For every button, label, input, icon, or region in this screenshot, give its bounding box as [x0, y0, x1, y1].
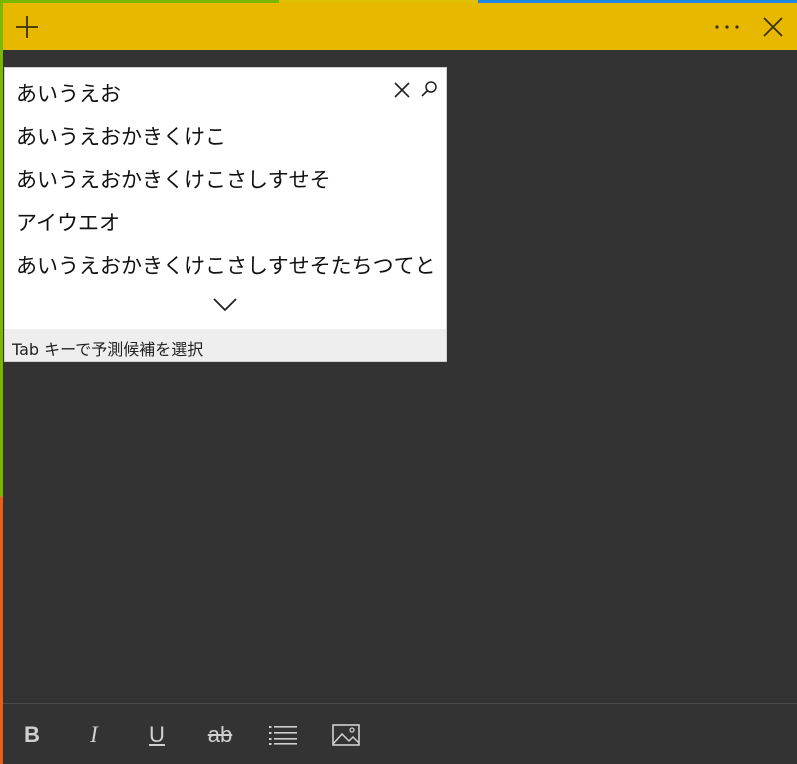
candidate-text: あいうえおかきくけこ: [16, 125, 226, 149]
ime-input-text: あいうえお: [16, 82, 121, 106]
title-bar: [3, 3, 797, 50]
bullet-list-button[interactable]: [265, 718, 301, 752]
close-button[interactable]: [749, 3, 796, 50]
list-icon: [269, 726, 297, 745]
more-icon: [714, 24, 739, 29]
strikethrough-button[interactable]: ab: [202, 718, 238, 752]
menu-button[interactable]: [703, 3, 750, 50]
insert-image-button[interactable]: [328, 718, 364, 752]
ime-hint-text: Tab キーで予測候補を選択: [12, 340, 204, 359]
bold-button[interactable]: B: [14, 718, 50, 752]
candidate-text: あいうえおかきくけこさしすせそ: [16, 168, 331, 192]
underline-button[interactable]: U: [139, 718, 175, 752]
ime-hint-bar: Tab キーで予測候補を選択: [5, 329, 446, 361]
format-toolbar: B I U ab: [3, 704, 797, 764]
candidate-item[interactable]: アイウエオ: [5, 198, 446, 241]
candidate-text: アイウエオ: [16, 211, 120, 235]
search-icon[interactable]: [419, 79, 439, 99]
clear-icon[interactable]: [392, 80, 412, 100]
expand-candidates-button[interactable]: [205, 292, 245, 318]
italic-button[interactable]: I: [76, 718, 112, 752]
candidate-item[interactable]: あいうえおかきくけこさしすせそたちつてと: [5, 241, 446, 284]
sticky-note-window: あいうえお あいうえおかきくけこ あいうえおかきくけこさしすせそ アイウエオ あ…: [3, 3, 797, 764]
close-icon: [762, 16, 783, 37]
ime-input-row: あいうえお: [5, 68, 446, 112]
chevron-down-icon: [213, 298, 237, 312]
candidate-text: あいうえおかきくけこさしすせそたちつてと: [16, 254, 436, 278]
candidate-item[interactable]: あいうえおかきくけこさしすせそ: [5, 155, 446, 198]
new-note-button[interactable]: [3, 3, 50, 50]
image-icon: [332, 724, 360, 746]
plus-icon: [15, 15, 38, 38]
candidate-item[interactable]: あいうえおかきくけこ: [5, 112, 446, 155]
ime-suggestion-popup: あいうえお あいうえおかきくけこ あいうえおかきくけこさしすせそ アイウエオ あ…: [4, 67, 447, 362]
